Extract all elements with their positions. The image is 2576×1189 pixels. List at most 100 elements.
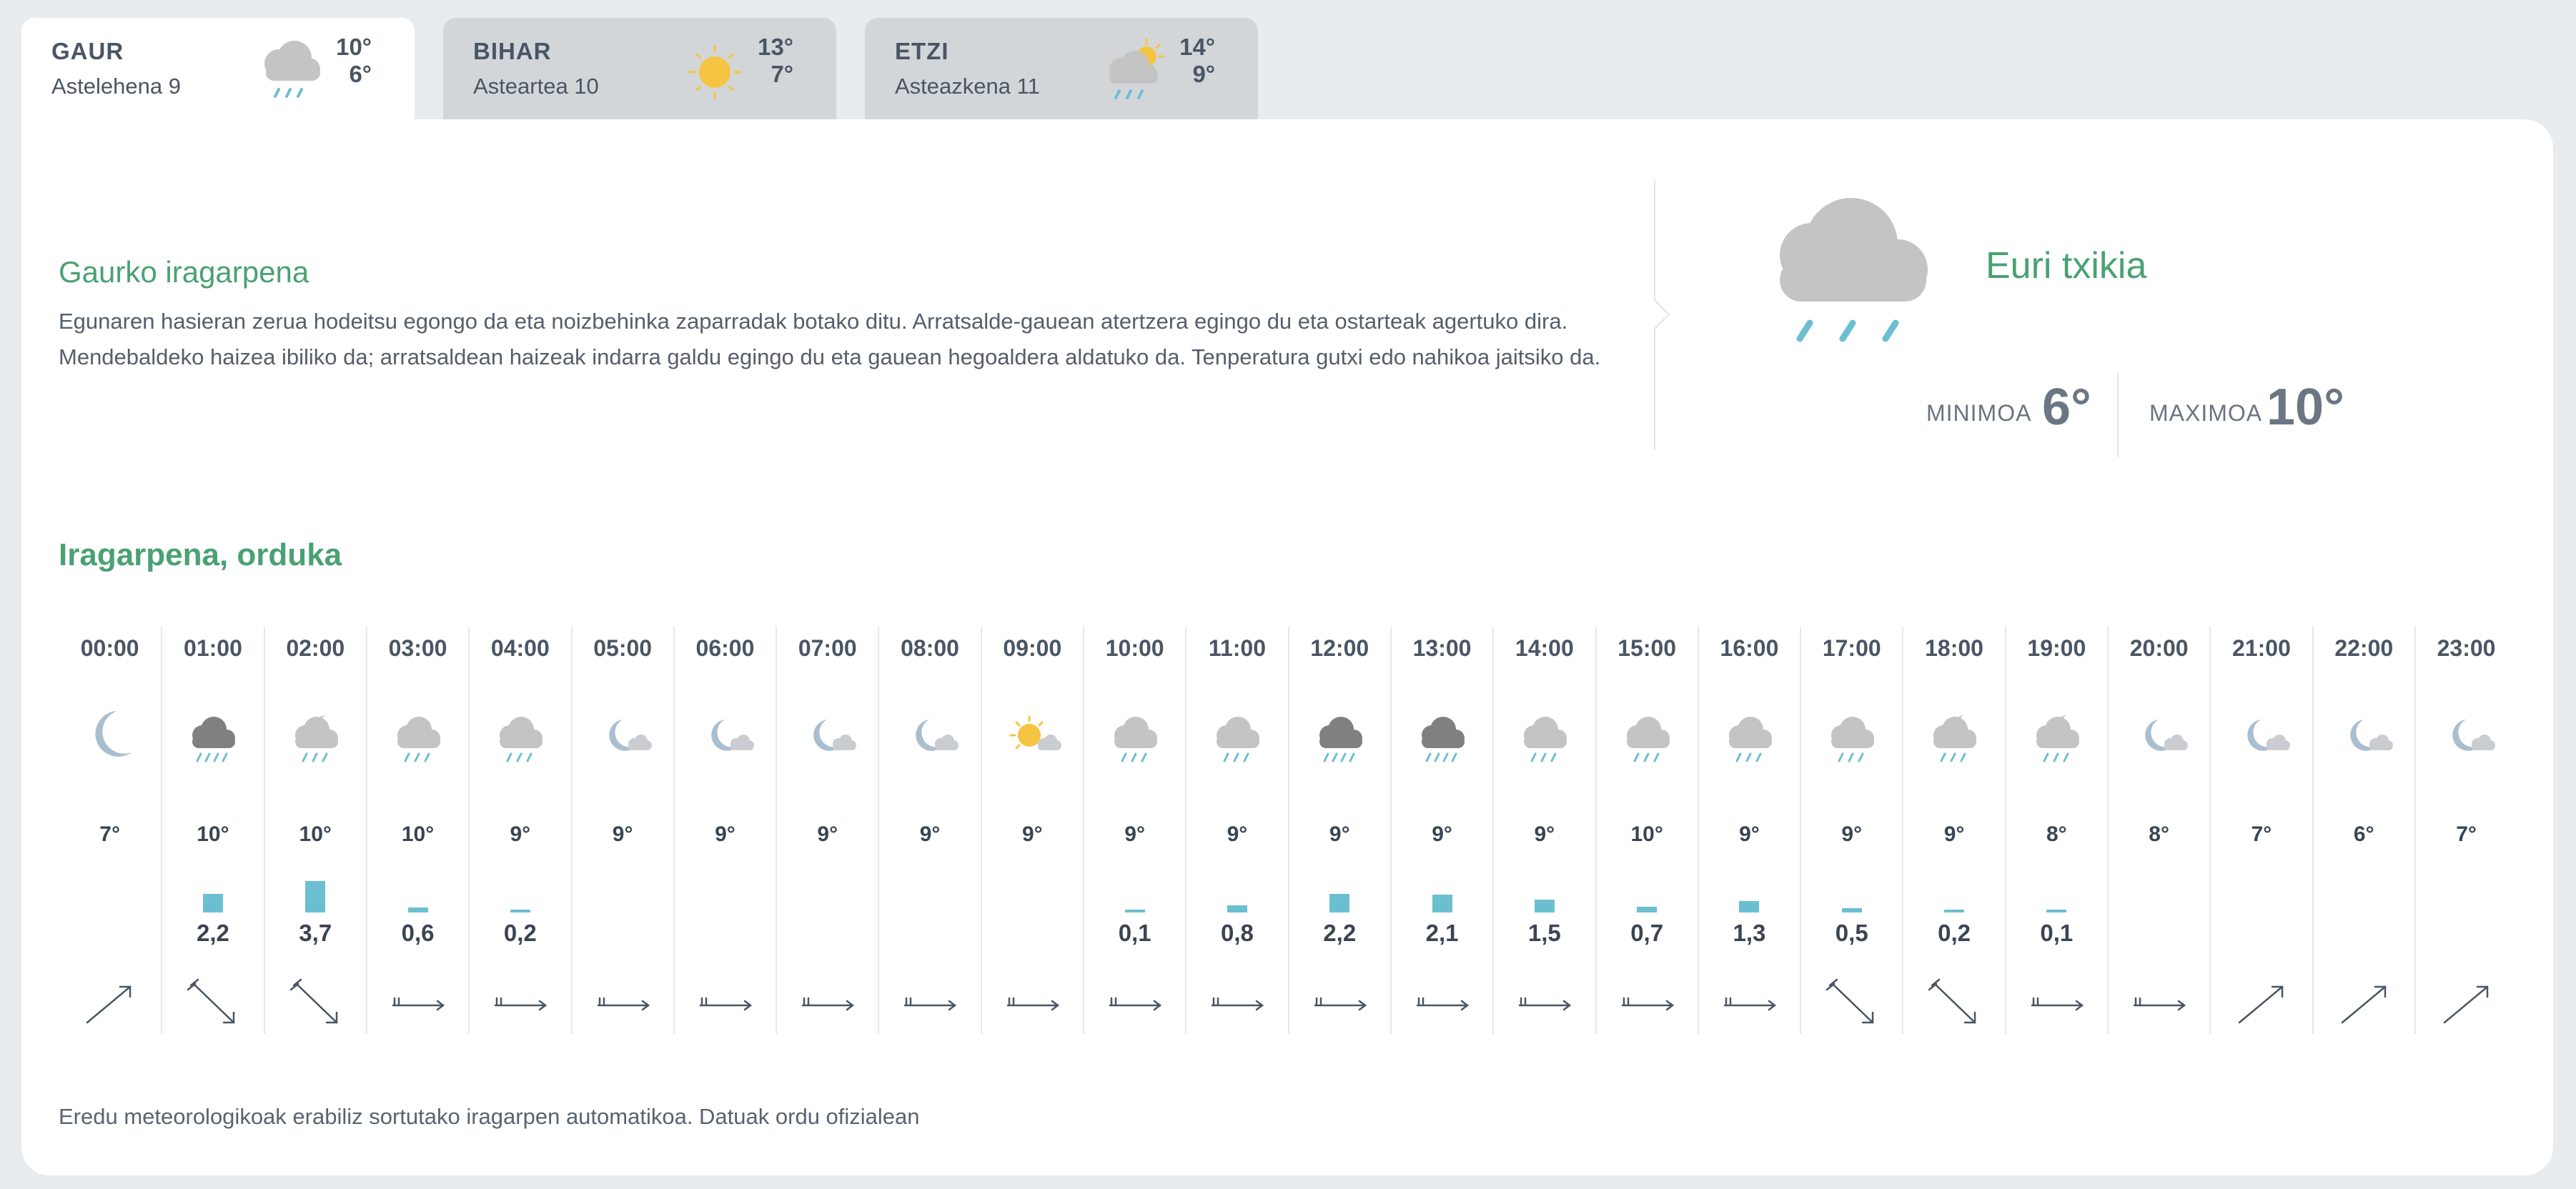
dark-cloud-heavy-rain-icon <box>192 717 236 762</box>
tab-tomorrow[interactable]: BIHAR Asteartea 10 13° 7° <box>443 18 836 120</box>
hour-column: 05:00 9° <box>570 627 673 1034</box>
hour-time: 01:00 <box>184 635 242 661</box>
wind-arrow-right-icon <box>904 997 957 1011</box>
hour-column: 00:00 7° <box>59 627 161 1034</box>
hour-time: 19:00 <box>2027 635 2086 661</box>
tab-label: GAUR <box>51 38 124 64</box>
tab-label: ETZI <box>895 38 949 64</box>
wind-arrow-right-icon <box>1212 997 1264 1011</box>
condition-text: Euri txikia <box>1986 245 2147 287</box>
precip-bar <box>1432 895 1452 912</box>
hour-temp: 9° <box>715 822 735 846</box>
precip-bar <box>1534 900 1555 912</box>
precip-value: 0,1 <box>1118 920 1151 946</box>
hour-temp: 9° <box>1534 822 1555 846</box>
hour-time: 21:00 <box>2232 635 2291 661</box>
precip-value: 0,6 <box>401 920 435 946</box>
hour-temp: 7° <box>2251 822 2272 846</box>
moon-cloud-icon <box>608 720 652 751</box>
hour-temp: 8° <box>2149 822 2169 846</box>
hour-time: 04:00 <box>490 635 550 661</box>
max-label: MAXIMOA <box>2149 400 2263 426</box>
hour-temp: 9° <box>510 822 531 846</box>
hour-column: 20:00 8° <box>2107 627 2209 1034</box>
hour-time: 06:00 <box>695 635 755 661</box>
sun-cloud-icon <box>1009 715 1061 750</box>
tab-max-temp: 13° <box>758 34 793 60</box>
hour-column: 13:00 9° 2,1 <box>1389 627 1492 1034</box>
moon-cloud-icon <box>2145 720 2188 751</box>
hour-column: 02:00 10° 3,7 <box>263 627 366 1034</box>
moon-cloud-icon <box>2452 720 2495 751</box>
hour-temp: 7° <box>2456 822 2477 846</box>
hour-column: 12:00 9° 2,2 <box>1287 627 1390 1034</box>
precip-value: 0,2 <box>1938 920 1971 946</box>
precip-value: 0,5 <box>1835 920 1868 946</box>
wind-arrow-right-icon <box>699 997 752 1011</box>
wind-arrow-right-icon <box>1109 997 1162 1011</box>
precip-bar <box>1637 907 1658 912</box>
precip-value: 0,2 <box>503 920 537 946</box>
hour-temp: 9° <box>1841 822 1863 846</box>
min-label: MINIMOA <box>1926 400 2032 426</box>
min-max-divider <box>2117 373 2119 457</box>
dark-cloud-heavy-rain-icon <box>1421 717 1465 762</box>
wind-arrow-right-icon <box>392 997 445 1011</box>
hour-temp: 9° <box>1124 822 1145 846</box>
cloud-rain-icon <box>1114 717 1157 762</box>
hour-temp: 9° <box>1432 822 1452 846</box>
hour-temp: 9° <box>1943 822 1965 846</box>
moon-cloud-icon <box>916 720 959 751</box>
precip-value: 2,2 <box>197 920 229 946</box>
hour-temp: 8° <box>2046 822 2067 846</box>
hour-temp: 10° <box>197 822 229 846</box>
precip-value: 1,3 <box>1733 920 1766 946</box>
hour-temp: 10° <box>1630 822 1663 846</box>
precip-bar <box>1329 894 1350 912</box>
hour-time: 09:00 <box>1003 635 1062 661</box>
hour-column: 10:00 9° 0,1 <box>1083 627 1185 1034</box>
hour-temp: 10° <box>299 822 332 846</box>
wind-arrow-down-right-icon <box>289 978 337 1024</box>
divider-arrow <box>1639 299 1670 330</box>
precip-bar <box>1739 901 1760 912</box>
wind-arrow-up-right-icon <box>86 985 132 1024</box>
moon-cloud-rain-icon <box>294 715 338 762</box>
wind-arrow-right-icon <box>1723 997 1776 1011</box>
cloud-rain-icon <box>1831 717 1875 762</box>
precip-bar <box>202 894 223 912</box>
tab-date: Asteartea 10 <box>473 74 599 99</box>
moon-cloud-icon <box>813 720 857 751</box>
precip-bar <box>1227 905 1247 912</box>
hour-time: 15:00 <box>1618 635 1677 661</box>
hour-column: 15:00 10° 0,7 <box>1595 627 1698 1034</box>
hour-column: 17:00 9° 0,5 <box>1800 627 1902 1034</box>
hour-time: 05:00 <box>593 635 653 661</box>
hour-temp: 9° <box>817 822 838 846</box>
cloud-rain-icon <box>1780 198 1928 342</box>
tab-label: BIHAR <box>473 38 552 64</box>
wind-arrow-up-right-icon <box>2341 985 2386 1024</box>
moon-cloud-icon <box>711 720 754 751</box>
hour-column: 23:00 7° <box>2414 627 2517 1034</box>
hour-column: 22:00 6° <box>2312 627 2414 1034</box>
hour-temp: 9° <box>1739 822 1760 846</box>
hour-temp: 6° <box>2353 822 2374 846</box>
hour-time: 07:00 <box>798 635 857 661</box>
moon-cloud-rain-icon <box>2036 715 2079 762</box>
precip-value: 0,8 <box>1221 920 1254 946</box>
hour-time: 00:00 <box>80 635 139 661</box>
wind-arrow-up-right-icon <box>2443 985 2489 1024</box>
precip-value: 0,1 <box>2040 920 2074 946</box>
moon-cloud-rain-icon <box>1933 715 1977 762</box>
moon-icon <box>95 711 132 757</box>
hour-column: 04:00 9° 0,2 <box>468 627 570 1034</box>
moon-cloud-icon <box>2349 720 2393 751</box>
hour-column: 09:00 9° <box>980 627 1083 1034</box>
tab-day-after[interactable]: ETZI Asteazkena 11 14° 9° <box>865 18 1258 120</box>
tab-today[interactable]: GAUR Astelehena 9 10° 6° <box>21 18 415 120</box>
hour-time: 14:00 <box>1515 635 1574 661</box>
hour-time: 02:00 <box>286 635 345 661</box>
tab-min-temp: 7° <box>771 61 793 87</box>
hour-column: 19:00 8° 0,1 <box>2004 627 2107 1034</box>
